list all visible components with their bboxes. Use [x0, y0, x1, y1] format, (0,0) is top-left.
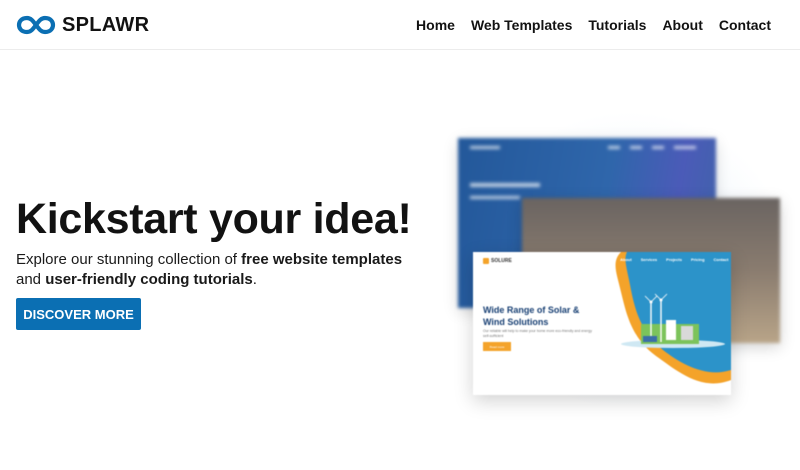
preview-brand: SOLURE [483, 258, 512, 264]
preview-nav: Home About Services Projects Pricing Con… [600, 257, 728, 262]
hero-description-prefix: Explore our stunning collection of [16, 251, 242, 268]
preview-nav-item: Services [640, 257, 658, 262]
brand-name: SPLAWR [62, 13, 150, 36]
hero-description-mid: and [16, 270, 46, 288]
nav-web-templates[interactable]: Web Templates [471, 17, 572, 33]
infinity-link-icon [16, 14, 56, 36]
preview-hero-illustration [615, 252, 731, 384]
preview-button: Read more [483, 342, 511, 351]
hero-description-bold-tutorials: user-friendly coding tutorials [45, 270, 253, 288]
top-navbar: SPLAWR Home Web Templates Tutorials Abou… [0, 0, 800, 50]
preview-nav-item: Contact [713, 257, 729, 262]
hero-description: Explore our stunning collection of free … [16, 250, 426, 289]
template-preview-front: SOLURE Home About Services Projects Pric… [473, 252, 731, 395]
nav-home[interactable]: Home [416, 17, 455, 33]
preview-heading: Wide Range of Solar & Wind Solutions [483, 305, 580, 327]
hero-description-suffix: . [252, 270, 257, 288]
nav-contact[interactable]: Contact [719, 17, 771, 33]
hero-description-bold-templates: free website templates [241, 251, 403, 268]
main-nav: Home Web Templates Tutorials About Conta… [416, 0, 771, 50]
template-showcase: SOLURE Home About Services Projects Pric… [440, 95, 800, 425]
preview-subtext: Our reliable will help to make your home… [483, 329, 592, 338]
hero-title: Kickstart your idea! [16, 195, 412, 243]
preview-logo-icon [483, 258, 489, 264]
preview-nav-item: About [620, 257, 632, 262]
preview-brand-name: SOLURE [491, 258, 512, 264]
nav-tutorials[interactable]: Tutorials [588, 17, 646, 33]
discover-more-button[interactable]: DISCOVER MORE [16, 298, 141, 330]
brand-logo-link[interactable]: SPLAWR [16, 12, 149, 38]
nav-about[interactable]: About [662, 17, 702, 33]
preview-nav-item: Pricing [690, 257, 705, 262]
preview-nav-item: Projects [666, 257, 682, 262]
preview-nav-item: Home [600, 257, 612, 262]
